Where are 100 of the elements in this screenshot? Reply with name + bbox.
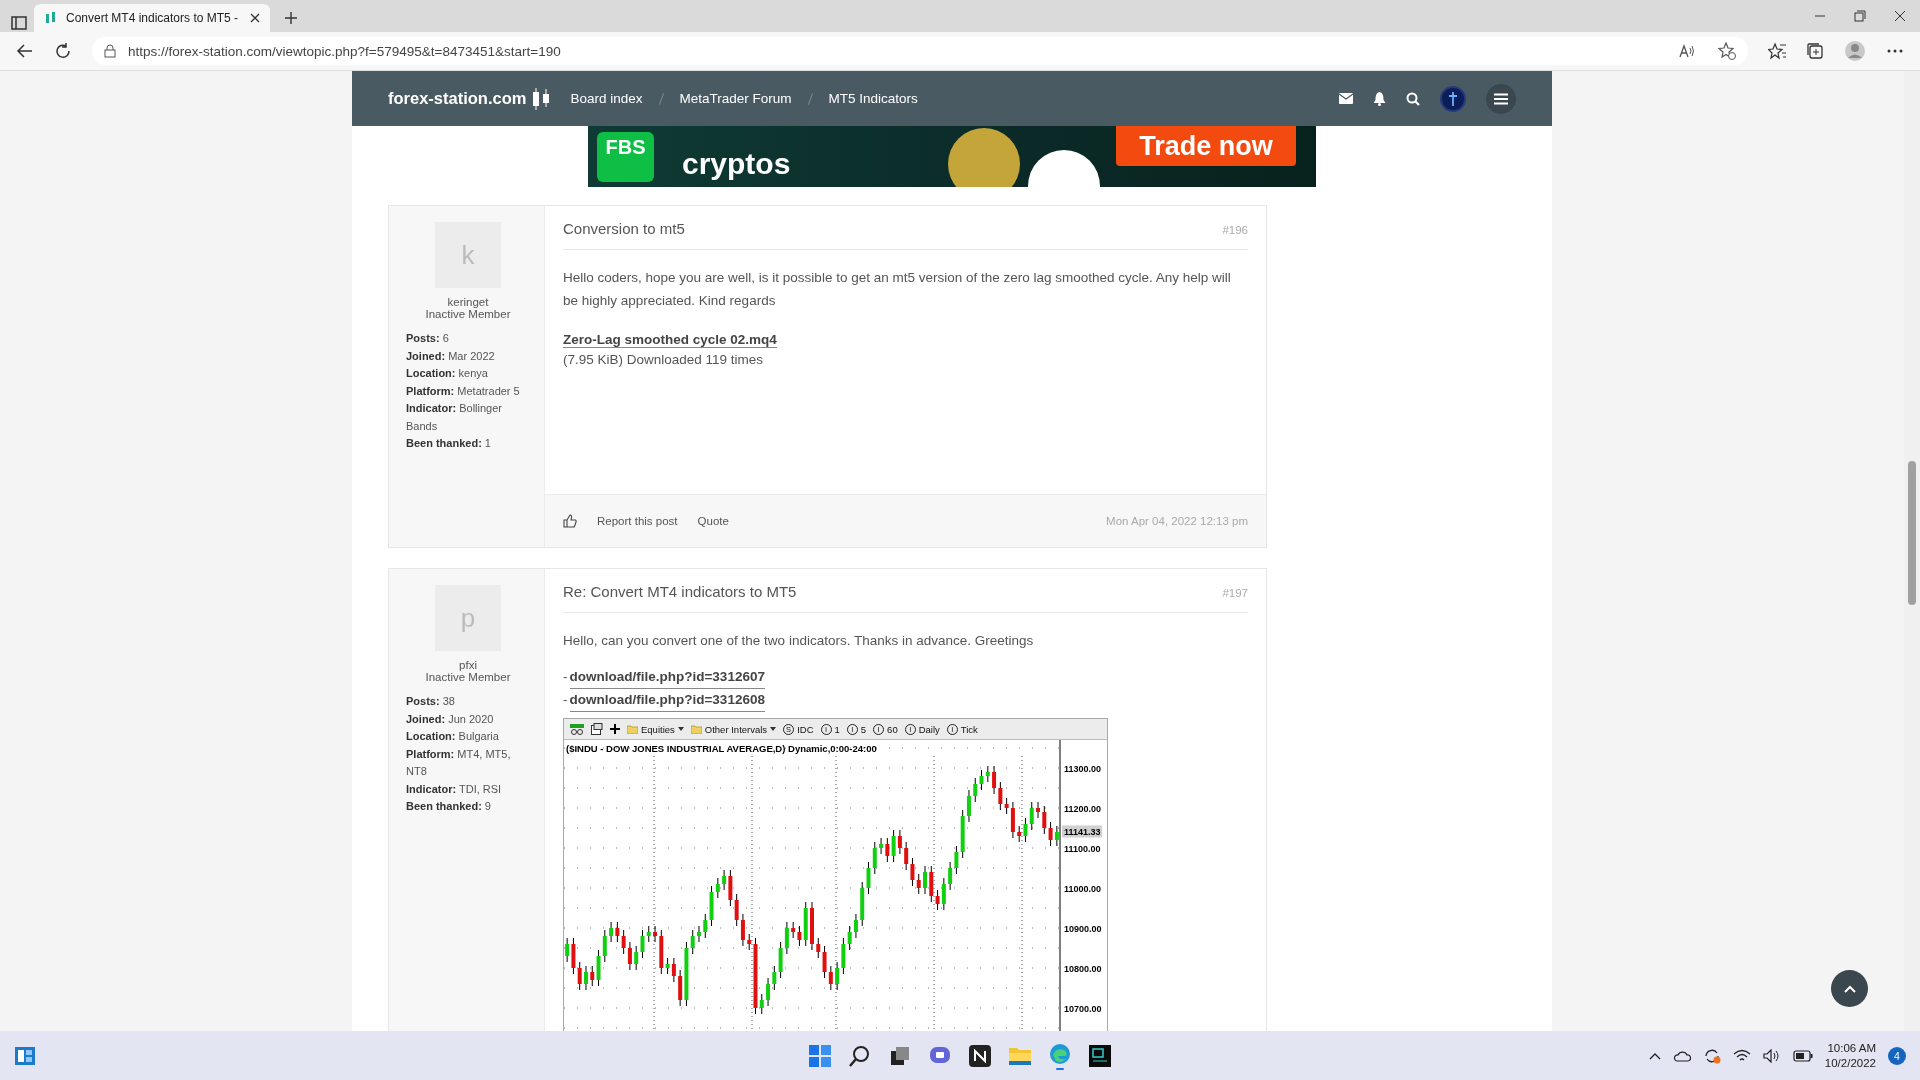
browser-icon[interactable] xyxy=(1048,1041,1072,1070)
profile-stat: Posts: 6 xyxy=(406,331,450,346)
battery-icon[interactable] xyxy=(1792,1049,1813,1062)
tab-actions-icon[interactable] xyxy=(10,14,28,32)
refresh-icon[interactable] xyxy=(54,42,72,60)
address-bar[interactable]: https://forex-station.com/viewtopic.php?f=579495&t=8473451&start=190 xyxy=(92,37,1748,65)
chevron-up-icon xyxy=(1843,984,1856,993)
site-logo[interactable]: forex-station.com xyxy=(388,89,527,108)
profile-stat: Location: Bulgaria xyxy=(406,729,500,744)
lock-icon xyxy=(104,44,116,58)
last-price-label: 11141.33 xyxy=(1064,827,1101,838)
candlestick xyxy=(923,865,927,895)
brand-logo: FBS xyxy=(597,131,654,182)
breadcrumb-link[interactable]: MetaTrader Forum xyxy=(679,91,792,106)
terminal-app-icon[interactable] xyxy=(1088,1043,1112,1068)
profile-stat: Posts: 38 xyxy=(406,694,456,709)
price-label: 10900.00 xyxy=(1064,924,1102,934)
ad-headline: cryptos xyxy=(682,146,791,181)
back-icon[interactable] xyxy=(16,42,34,60)
properties-icon[interactable] xyxy=(591,723,603,735)
folder-icon xyxy=(690,724,702,734)
close-icon[interactable] xyxy=(1894,10,1906,22)
price-label: 10800.00 xyxy=(1064,964,1102,974)
search-icon[interactable] xyxy=(848,1043,872,1068)
candlestick xyxy=(810,901,814,951)
dash-text: - xyxy=(563,668,568,686)
profile-stat: Joined: Mar 2022 xyxy=(406,348,496,364)
restore-icon[interactable] xyxy=(1854,10,1866,22)
menu-icon xyxy=(1494,92,1508,105)
clock[interactable]: 10:06 AM 10/2/2022 xyxy=(1824,1040,1876,1071)
download-link[interactable]: download/file.php?id=3312608 xyxy=(569,689,765,712)
folder-icon xyxy=(627,724,638,734)
app-icon[interactable] xyxy=(968,1043,992,1068)
post-action-link[interactable]: Quote xyxy=(697,515,729,527)
dash-text: - xyxy=(563,691,568,709)
user-avatar[interactable] xyxy=(1440,85,1466,112)
windows-logo-icon[interactable] xyxy=(808,1043,832,1068)
caret-icon xyxy=(770,727,777,731)
favorite-add-icon[interactable] xyxy=(1718,42,1736,60)
profile-icon[interactable] xyxy=(1844,40,1866,62)
search-icon[interactable] xyxy=(1406,91,1420,106)
candlestick-icon xyxy=(44,11,58,25)
user-rank: Inactive Member xyxy=(424,671,512,683)
volume-icon[interactable] xyxy=(1762,1048,1781,1063)
favorites-icon[interactable] xyxy=(1768,42,1786,60)
candlestick xyxy=(697,925,701,943)
close-icon[interactable] xyxy=(250,13,260,23)
widgets-icon[interactable] xyxy=(14,1045,36,1066)
price-label: 10700.00 xyxy=(1064,1004,1102,1014)
attachment-info: (7.95 KiB) Downloaded 119 times xyxy=(563,352,765,367)
post-date: Mon Apr 04, 2022 12:13 pm xyxy=(1106,515,1248,527)
price-label: 11000.00 xyxy=(1064,884,1102,894)
profile-stat: Location: kenya xyxy=(406,366,489,381)
menu-button[interactable] xyxy=(1486,83,1516,114)
profile-stat: Platform: MT4, MT5, NT8 xyxy=(406,746,512,779)
post-text: Hello, can you convert one of the two indicators. Thanks in advance. Greetings xyxy=(563,632,1035,650)
chart-title: ($INDU - DOW JONES INDUSTRIAL AVERAGE,D) Dynamic,0:00-24:00 xyxy=(566,743,877,754)
caret-icon xyxy=(677,727,684,731)
price-label: 11200.00 xyxy=(1064,804,1102,814)
collections-icon[interactable] xyxy=(1806,42,1824,60)
profile-stat: Joined: Jun 2020 xyxy=(406,711,495,727)
cloud-icon[interactable] xyxy=(1672,1049,1691,1062)
username[interactable]: keringet xyxy=(406,296,530,308)
price-label: 11300.00 xyxy=(1064,764,1102,774)
download-link[interactable]: download/file.php?id=3312607 xyxy=(569,666,765,689)
post-action-link[interactable]: Report this post xyxy=(597,515,678,527)
profile-stat: Platform: Metatrader 5 xyxy=(406,383,521,399)
thumbs-up-icon[interactable] xyxy=(563,514,577,528)
coin-icon xyxy=(948,128,1020,187)
toolbar-dropdown[interactable]: Equities xyxy=(627,723,684,735)
more-icon[interactable] xyxy=(1886,48,1904,54)
browser-tab[interactable]: Convert MT4 indicators to MT5 - xyxy=(34,4,270,32)
breadcrumb-link[interactable]: Board index xyxy=(570,91,643,106)
post-title: Conversion to mt5 xyxy=(563,220,685,237)
cross-icon xyxy=(1448,91,1458,106)
ad-cta-button[interactable]: Trade now xyxy=(1116,126,1296,166)
ad-banner[interactable]: FBS cryptos Trade now xyxy=(588,126,1316,187)
scroll-to-top-button[interactable] xyxy=(1831,970,1868,1007)
post-title: Re: Convert MT4 indicators to MT5 xyxy=(563,583,797,600)
read-aloud-icon[interactable] xyxy=(1678,43,1696,59)
envelope-icon[interactable] xyxy=(1339,93,1353,104)
breadcrumb-link[interactable]: MT5 Indicators xyxy=(828,91,918,106)
url-text: https://forex-station.com/viewtopic.php?f=579495&t=8473451&start=190 xyxy=(128,43,561,59)
chain-icon[interactable] xyxy=(570,723,584,735)
attachment-link[interactable]: Zero-Lag smoothed cycle 02.mq4 xyxy=(563,332,777,348)
sync-icon[interactable] xyxy=(1702,1047,1721,1064)
price-label: 11100.00 xyxy=(1064,844,1101,854)
username[interactable]: pfxi xyxy=(406,659,530,671)
profile-stat: Indicator: TDI, RSI xyxy=(406,781,503,797)
notification-badge[interactable]: 4 xyxy=(1888,1046,1906,1065)
scrollbar[interactable] xyxy=(1904,71,1920,1031)
user-rank: Inactive Member xyxy=(424,308,512,320)
bell-icon[interactable] xyxy=(1373,91,1386,106)
chevron-up-icon[interactable] xyxy=(1648,1051,1661,1060)
wifi-icon[interactable] xyxy=(1732,1048,1751,1063)
plus-icon[interactable] xyxy=(610,724,620,734)
profile-stat: Indicator: Bollinger Bands xyxy=(406,401,503,434)
post-text: Hello coders, hope you are well, is it possible to get an mt5 version of the zero lag smoothed cycle. Any help will be highly appreciated. Kind regards xyxy=(563,269,1232,310)
toolbar-dropdown[interactable]: Other Intervals xyxy=(690,723,777,735)
profile-stat: Been thanked: 9 xyxy=(406,799,492,814)
